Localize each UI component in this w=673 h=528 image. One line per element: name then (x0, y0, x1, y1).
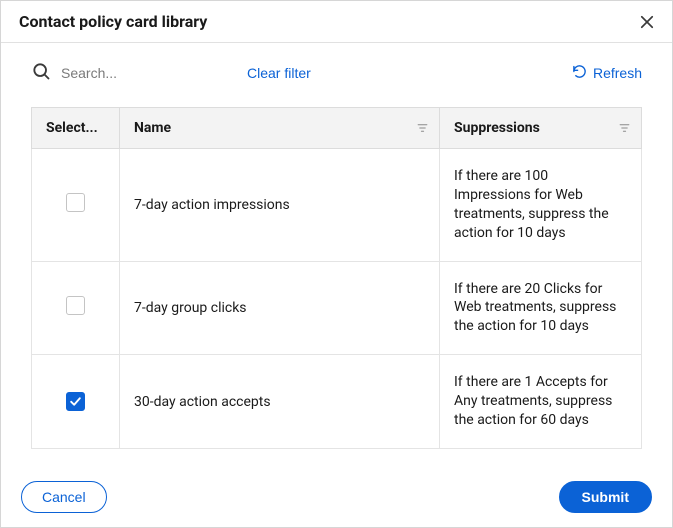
table-row: 7-day action impressionsIf there are 100… (32, 149, 642, 262)
column-header-select-label: Select... (46, 120, 98, 136)
modal-dialog: Contact policy card library Clear filter… (0, 0, 673, 528)
modal-header: Contact policy card library (1, 1, 672, 43)
column-header-name-label: Name (134, 120, 171, 136)
column-header-suppressions[interactable]: Suppressions (440, 108, 642, 149)
row-suppressions-cell: If there are 100 Impressions for Web tre… (440, 149, 642, 262)
row-select-cell (32, 261, 120, 355)
policy-table: Select... Name Suppressions (31, 107, 642, 449)
close-icon[interactable] (638, 13, 656, 31)
row-name-cell: 7-day group clicks (120, 261, 440, 355)
row-select-checkbox[interactable] (66, 193, 85, 212)
search-wrap (31, 61, 191, 85)
row-select-cell (32, 149, 120, 262)
search-icon (31, 61, 51, 85)
row-select-checkbox[interactable] (66, 392, 85, 411)
row-select-checkbox[interactable] (66, 296, 85, 315)
modal-body: Clear filter Refresh Select... Name (1, 43, 672, 467)
table-row: 7-day group clicksIf there are 20 Clicks… (32, 261, 642, 355)
refresh-button[interactable]: Refresh (572, 64, 642, 82)
search-input[interactable] (61, 65, 191, 81)
row-suppressions-cell: If there are 1 Accepts for Any treatment… (440, 355, 642, 449)
modal-footer: Cancel Submit (1, 467, 672, 527)
filter-icon[interactable] (618, 122, 631, 135)
modal-title: Contact policy card library (19, 12, 207, 31)
row-suppressions-cell: If there are 20 Clicks for Web treatment… (440, 261, 642, 355)
toolbar: Clear filter Refresh (31, 61, 642, 85)
row-name-cell: 7-day action impressions (120, 149, 440, 262)
row-name-cell: 30-day action accepts (120, 355, 440, 449)
refresh-icon (572, 64, 587, 82)
column-header-suppressions-label: Suppressions (454, 120, 540, 136)
cancel-button[interactable]: Cancel (21, 481, 107, 513)
column-header-select[interactable]: Select... (32, 108, 120, 149)
refresh-label: Refresh (593, 65, 642, 81)
submit-button[interactable]: Submit (559, 481, 652, 513)
filter-icon[interactable] (416, 122, 429, 135)
row-select-cell (32, 355, 120, 449)
clear-filter-button[interactable]: Clear filter (247, 65, 311, 81)
table-row: 30-day action acceptsIf there are 1 Acce… (32, 355, 642, 449)
column-header-name[interactable]: Name (120, 108, 440, 149)
